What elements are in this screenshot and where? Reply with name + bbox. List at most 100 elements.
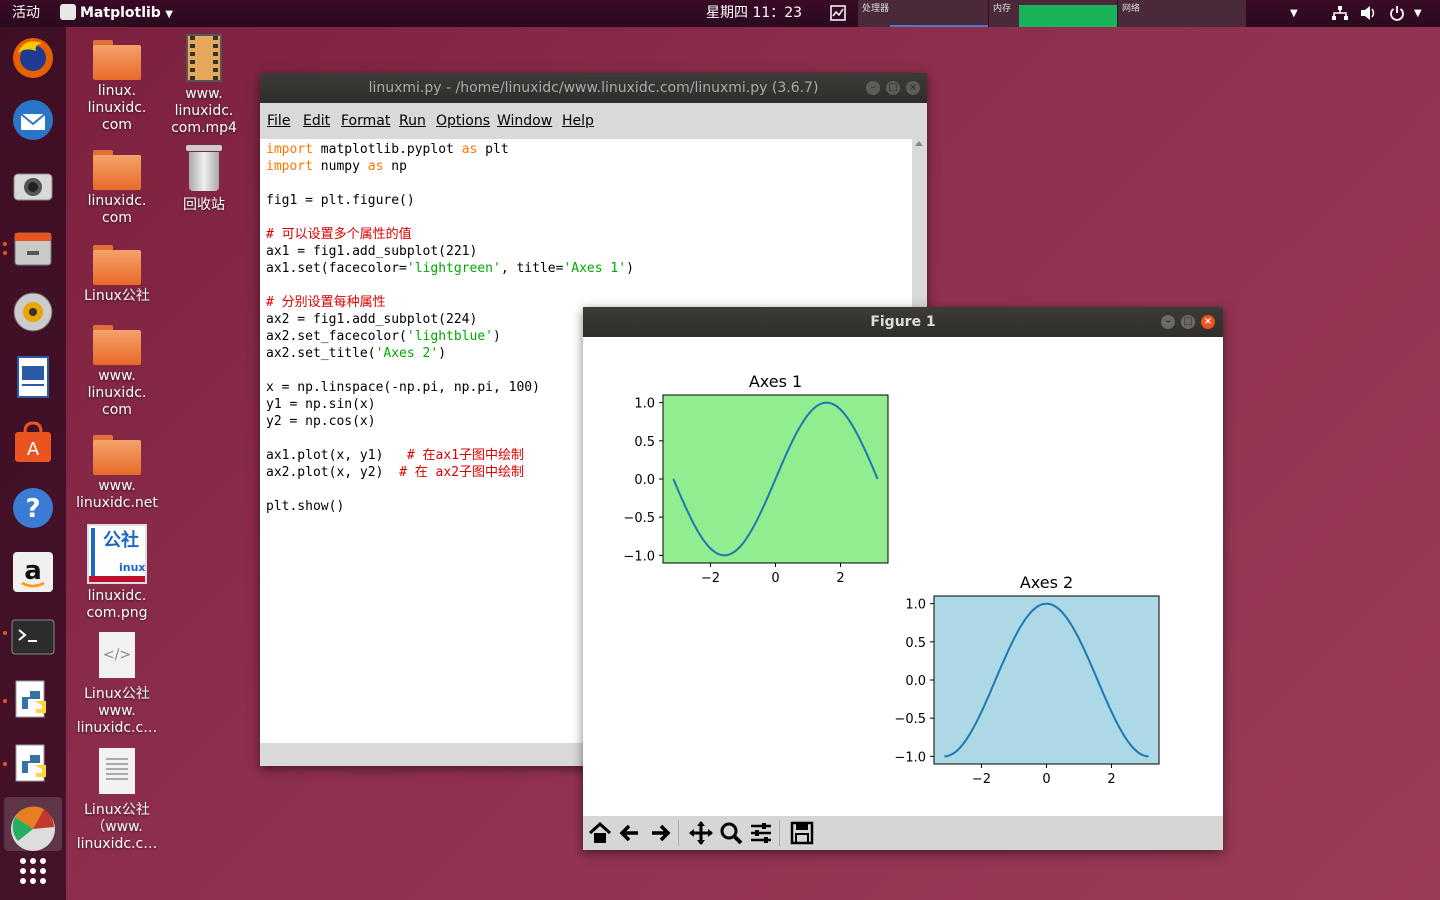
save-icon[interactable] (788, 819, 816, 847)
amazon-icon[interactable]: a (10, 549, 56, 595)
app-menu[interactable]: Matplotlib ▼ (60, 0, 173, 27)
desktop-item-label: linuxidc. com (87, 193, 147, 226)
volume-icon[interactable] (1360, 5, 1378, 25)
maximize-button[interactable]: □ (1181, 315, 1195, 329)
code-line: ax2.set_title('Axes 2') (266, 345, 634, 362)
code-token: 'lightgreen' (406, 261, 501, 276)
menu-run[interactable]: Run (399, 113, 426, 129)
memory-bar (1019, 5, 1117, 27)
menu-format[interactable]: Format (341, 113, 390, 129)
desktop-folder-linux-linuxidc-com[interactable]: linux. linuxidc. com (72, 40, 162, 134)
menu-window[interactable]: Window (497, 113, 552, 129)
clock[interactable]: 星期四 11：23 (706, 0, 802, 27)
help-icon[interactable]: ? (10, 485, 56, 531)
code-token: np (383, 159, 407, 174)
matplotlib-icon[interactable] (4, 797, 62, 851)
x-tick-label: 2 (836, 571, 844, 586)
power-icon[interactable] (1389, 5, 1405, 25)
desktop-file-linux-gongshe-text[interactable]: Linux公社 （www. linuxidc.c… (72, 748, 162, 853)
close-button[interactable]: × (906, 81, 920, 95)
chevron-down-icon[interactable]: ▼ (1290, 0, 1298, 27)
code-token: ) (492, 329, 501, 344)
code-line: x = np.linspace(-np.pi, np.pi, 100) (266, 379, 634, 396)
home-icon[interactable] (586, 819, 614, 847)
code-line: ax1 = fig1.add_subplot(221) (266, 243, 634, 260)
network-icon[interactable] (1331, 5, 1349, 25)
code-token: as (461, 142, 478, 157)
code-token: 'lightblue' (406, 329, 493, 344)
code-line: import matplotlib.pyplot as plt (266, 141, 634, 158)
thunderbird-icon[interactable] (10, 97, 56, 143)
python-icon[interactable] (10, 677, 56, 723)
desktop-file-mp4[interactable]: www. linuxidc. com.mp4 (159, 34, 249, 137)
y-tick-label: 0.0 (634, 473, 655, 488)
desktop-file-linux-gongshe-code[interactable]: </> Linux公社 www. linuxidc.c… (72, 632, 162, 737)
maximize-button[interactable]: □ (886, 81, 900, 95)
writer-icon[interactable] (10, 354, 56, 400)
y-tick-label: 0.5 (634, 435, 655, 450)
figure-window: Figure 1 – □ × Axes 1 −2 0 2 1.0 0.5 0.0 −0.5 −1… (583, 307, 1223, 850)
code-token: # 可以设置多个属性的值 (266, 227, 412, 242)
code-token: y2 = np.cos(x) (266, 414, 376, 429)
desktop-file-linuxidc-png[interactable]: 公社 inux linuxidc. com.png (72, 524, 162, 622)
network-monitor[interactable]: 网络 (1118, 0, 1246, 27)
figure-canvas[interactable]: Axes 1 −2 0 2 1.0 0.5 0.0 −0.5 −1.0 Axes 2 −2 0 2 1.0… (583, 337, 1223, 816)
desktop-folder-linux-gongshe[interactable]: Linux公社 (72, 245, 162, 305)
svg-text:a: a (24, 556, 42, 586)
x-tick-label: −2 (972, 772, 991, 787)
chevron-down-icon[interactable]: ▼ (1414, 0, 1422, 27)
code-token: x = np.linspace(-np.pi, np.pi, 100) (266, 380, 540, 395)
code-token: ) (626, 261, 634, 276)
zoom-icon[interactable] (717, 819, 745, 847)
code-line: # 分别设置每种属性 (266, 294, 634, 311)
chevron-down-icon: ▼ (165, 9, 173, 20)
forward-icon[interactable] (646, 819, 674, 847)
code-token: as (367, 159, 384, 174)
memory-monitor[interactable]: 内存 (989, 0, 1117, 27)
cpu-monitor[interactable]: 处理器 (858, 0, 988, 27)
code-editor[interactable]: import matplotlib.pyplot as plt import nu… (266, 141, 634, 515)
software-store-icon[interactable]: A (10, 420, 56, 466)
desktop-item-label: Linux公社 (84, 288, 150, 304)
menu-edit[interactable]: Edit (303, 113, 330, 129)
menu-file[interactable]: File (267, 113, 290, 129)
pan-icon[interactable] (687, 819, 715, 847)
speaker-icon[interactable] (10, 289, 56, 335)
minimize-button[interactable]: – (866, 81, 880, 95)
desktop-folder-www-linuxidc-com[interactable]: www. linuxidc. com (72, 325, 162, 419)
menu-help[interactable]: Help (562, 113, 594, 129)
code-token: fig1 = plt.figure() (266, 193, 415, 208)
code-token: # 分别设置每种属性 (266, 295, 386, 310)
desktop-folder-linuxidc-com[interactable]: linuxidc. com (72, 150, 162, 227)
code-token: # 在 ax2子图中绘制 (399, 465, 525, 480)
desktop-item-label: Linux公社 （www. linuxidc.c… (76, 802, 158, 852)
file-cabinet-icon[interactable] (10, 225, 56, 271)
configure-icon[interactable] (747, 819, 775, 847)
top-panel: 活动 Matplotlib ▼ 星期四 11：23 处理器 内存 网络 ▼ ▼ (0, 0, 1440, 27)
firefox-icon[interactable] (10, 35, 56, 81)
figure-titlebar[interactable]: Figure 1 – □ × (583, 307, 1223, 337)
code-token: ) (438, 346, 447, 361)
camera-icon[interactable] (10, 162, 56, 208)
close-button[interactable]: × (1201, 315, 1215, 329)
desktop-item-label: Linux公社 www. linuxidc.c… (76, 686, 158, 736)
image-icon: 公社 inux (87, 524, 147, 584)
python-icon-2[interactable] (10, 741, 56, 787)
activities-button[interactable]: 活动 (12, 0, 40, 27)
code-token: , title= (500, 261, 564, 276)
minimize-button[interactable]: – (1161, 315, 1175, 329)
code-token: matplotlib.pyplot (312, 142, 462, 157)
back-icon[interactable] (616, 819, 644, 847)
x-tick-label: 0 (1042, 772, 1050, 787)
axes-title: Axes 1 (749, 372, 802, 391)
desktop-trash[interactable]: 回收站 (159, 145, 249, 214)
apps-grid-icon[interactable] (10, 847, 56, 893)
system-monitor-icon[interactable] (830, 5, 846, 25)
terminal-icon[interactable] (10, 614, 56, 660)
desktop-folder-www-linuxidc-net[interactable]: www. linuxidc.net (72, 435, 162, 512)
idle-titlebar[interactable]: linuxmi.py - /home/linuxidc/www.linuxidc… (260, 73, 927, 103)
menu-options[interactable]: Options (436, 113, 490, 129)
